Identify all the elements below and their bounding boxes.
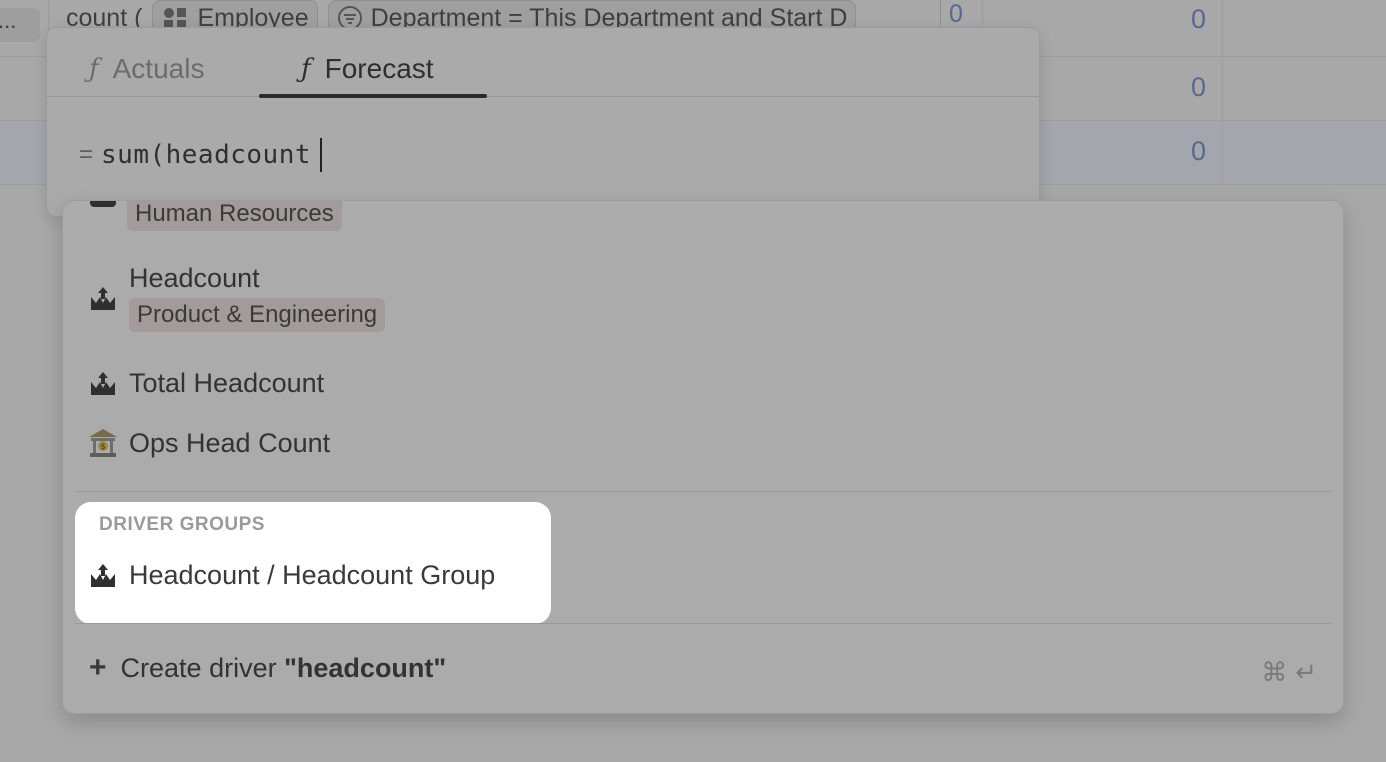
department-chip: Product & Engineering bbox=[129, 298, 386, 332]
formula-editor: ƒ Actuals ƒ Forecast = sum(headcount bbox=[46, 27, 1040, 217]
list-item-label: Headcount bbox=[129, 263, 260, 293]
list-item[interactable]: Total Headcount bbox=[87, 367, 324, 399]
cell-value[interactable]: 0 bbox=[1146, 136, 1206, 167]
formula-input[interactable]: = sum(headcount bbox=[79, 138, 323, 172]
tab-forecast[interactable]: ƒ Forecast bbox=[259, 42, 487, 98]
equals-sign: = bbox=[79, 141, 94, 168]
overflow-chip[interactable]: ... bbox=[0, 8, 40, 42]
people-upload-icon bbox=[87, 367, 119, 399]
autocomplete-dropdown: Human Resources Headcount Product & Engi… bbox=[62, 200, 1344, 714]
function-icon: ƒ bbox=[89, 54, 99, 84]
people-upload-icon bbox=[87, 282, 119, 314]
department-chip: Human Resources bbox=[127, 201, 342, 231]
create-driver-button[interactable]: + Create driver "headcount" bbox=[89, 651, 446, 685]
list-item[interactable]: $ Ops Head Count bbox=[87, 427, 330, 459]
list-item-label: Headcount / Headcount Group bbox=[129, 559, 496, 590]
keyboard-shortcut: ⌘ ↵ bbox=[1261, 657, 1317, 688]
cell-value[interactable]: 0 bbox=[1146, 72, 1206, 103]
enter-key-icon: ↵ bbox=[1295, 657, 1317, 687]
text-caret bbox=[320, 138, 323, 172]
function-icon: ƒ bbox=[301, 54, 311, 84]
tab-label: Actuals bbox=[112, 53, 205, 84]
cell-value[interactable]: 0 bbox=[1146, 4, 1206, 35]
formula-text[interactable]: sum(headcount bbox=[101, 140, 311, 170]
svg-text:$: $ bbox=[100, 442, 105, 451]
list-item[interactable]: Human Resources bbox=[87, 201, 487, 233]
people-upload-icon bbox=[87, 559, 119, 591]
command-key-icon: ⌘ bbox=[1261, 657, 1288, 687]
tab-label: Forecast bbox=[324, 53, 434, 84]
plus-icon: + bbox=[89, 651, 107, 684]
formula-tabs: ƒ Actuals ƒ Forecast bbox=[47, 28, 1039, 98]
create-driver-label: Create driver bbox=[120, 652, 277, 683]
list-item[interactable]: Headcount Product & Engineering bbox=[87, 263, 386, 332]
section-heading: DRIVER GROUPS bbox=[99, 514, 265, 535]
bank-icon: $ bbox=[87, 427, 119, 459]
create-driver-query: "headcount" bbox=[284, 652, 447, 683]
people-upload-icon bbox=[87, 201, 119, 219]
tab-actuals[interactable]: ƒ Actuals bbox=[89, 42, 204, 96]
divider bbox=[75, 623, 1331, 624]
list-item-label: Total Headcount bbox=[129, 367, 325, 398]
driver-group-item[interactable]: Headcount / Headcount Group bbox=[87, 559, 495, 591]
list-item-label: Ops Head Count bbox=[129, 427, 331, 458]
divider bbox=[75, 491, 1331, 492]
grid-column-divider bbox=[1222, 0, 1223, 184]
